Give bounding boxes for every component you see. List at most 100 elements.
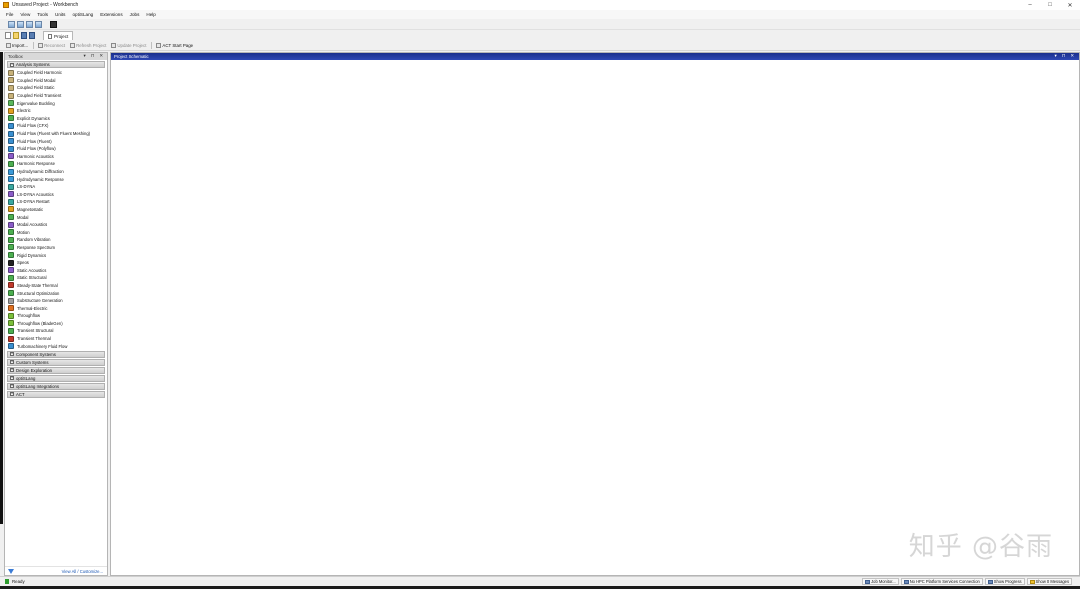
reconnect-button[interactable]: Reconnect: [38, 43, 65, 48]
analysis-system-item[interactable]: Static Acoustics: [8, 266, 107, 274]
analysis-system-item[interactable]: Fluid Flow (Fluent with Fluent Meshing): [8, 130, 107, 138]
analysis-system-item[interactable]: Coupled Field Static: [8, 84, 107, 92]
hpc-icon: [903, 579, 909, 584]
analysis-system-item[interactable]: Electric: [8, 107, 107, 115]
project-toolbar: Import... Reconnect Refresh Project Upda…: [0, 41, 1080, 51]
group-label: Design Exploration: [16, 367, 53, 373]
update-project-button[interactable]: Update Project: [111, 43, 146, 48]
update-label: Update Project: [117, 43, 147, 48]
minimize-button[interactable]: –: [1020, 0, 1040, 10]
refresh-project-button[interactable]: Refresh Project: [70, 43, 106, 48]
view-all-link[interactable]: View All / Customize...: [62, 569, 103, 574]
analysis-system-item[interactable]: Harmonic Acoustics: [8, 153, 107, 161]
analysis-system-item[interactable]: LS-DYNA: [8, 183, 107, 191]
analysis-system-item[interactable]: Thermal-Electric: [8, 304, 107, 312]
import-button[interactable]: Import...: [6, 43, 28, 48]
menu-file[interactable]: File: [6, 12, 13, 17]
analysis-system-icon: [8, 214, 14, 221]
hpc-connection-button[interactable]: No HPC Platform Services Connection: [900, 578, 983, 585]
lightning-icon: [111, 43, 117, 48]
menu-tools[interactable]: Tools: [37, 12, 48, 17]
analysis-system-label: Fluid Flow (Fluent with Fluent Meshing): [17, 131, 91, 137]
analysis-system-item[interactable]: Modal Acoustics: [8, 221, 107, 229]
analysis-system-item[interactable]: Explicit Dynamics: [8, 115, 107, 123]
analysis-system-item[interactable]: Rigid Dynamics: [8, 251, 107, 259]
analysis-system-item[interactable]: Motion: [8, 228, 107, 236]
analysis-system-item[interactable]: Turbomachinery Fluid Flow: [8, 342, 107, 350]
job-monitor-button[interactable]: Job Monitor...: [862, 578, 899, 585]
new-project-icon[interactable]: [5, 32, 11, 39]
manage-extensions-icon[interactable]: [17, 20, 24, 28]
show-messages-button[interactable]: Show 0 Messages: [1026, 578, 1072, 585]
maximize-button[interactable]: □: [1040, 0, 1060, 10]
schematic-header-controls[interactable]: ▾ ⊓ ✕: [1055, 53, 1077, 59]
analysis-system-item[interactable]: LS-DYNA Acoustics: [8, 191, 107, 199]
analysis-system-item[interactable]: Coupled Field Transient: [8, 92, 107, 100]
open-project-icon[interactable]: [13, 32, 19, 39]
analysis-system-item[interactable]: Harmonic Response: [8, 160, 107, 168]
analysis-system-item[interactable]: Hydrodynamic Diffraction: [8, 168, 107, 176]
analysis-system-item[interactable]: Transient Structural: [8, 327, 107, 335]
analysis-system-icon: [8, 138, 14, 145]
menu-extensions[interactable]: Extensions: [100, 12, 122, 17]
menu-jobs[interactable]: Jobs: [130, 12, 140, 17]
toolbox-group[interactable]: + Custom Systems: [7, 358, 105, 366]
window-controls: – □ ✕: [1020, 0, 1080, 10]
project-schematic-panel[interactable]: Project Schematic ▾ ⊓ ✕ 知乎 @谷雨: [110, 52, 1080, 576]
menu-optislang[interactable]: optiSLang: [72, 12, 93, 17]
analysis-system-icon: [8, 176, 14, 183]
analysis-system-icon: [8, 244, 14, 251]
analysis-system-item[interactable]: Throughflow (BladeGen): [8, 320, 107, 328]
analysis-system-item[interactable]: LS-DYNA Restart: [8, 198, 107, 206]
toolbox-group[interactable]: + optiSLang: [7, 374, 105, 382]
save-icon[interactable]: [21, 32, 27, 39]
analysis-system-label: Hydrodynamic Response: [17, 176, 64, 182]
analysis-system-icon: [8, 267, 14, 274]
toolbox-group[interactable]: + ACT: [7, 390, 105, 398]
analysis-system-item[interactable]: Random Vibration: [8, 236, 107, 244]
analysis-system-icon: [8, 335, 14, 342]
analysis-system-item[interactable]: Hydrodynamic Response: [8, 175, 107, 183]
toolbox-header-controls[interactable]: ▾ ⊓ ✕: [84, 53, 106, 59]
close-button[interactable]: ✕: [1060, 0, 1080, 10]
save-as-icon[interactable]: [29, 32, 35, 39]
analysis-system-icon: [8, 77, 14, 84]
act-start-page-button[interactable]: ACT Start Page: [156, 43, 193, 48]
analysis-system-icon: [8, 100, 14, 107]
analysis-system-item[interactable]: Response Spectrum: [8, 244, 107, 252]
analysis-system-item[interactable]: Coupled Field Harmonic: [8, 69, 107, 77]
status-bar: Ready Job Monitor... No HPC Platform Ser…: [0, 576, 1080, 586]
analysis-system-item[interactable]: Magnetostatic: [8, 206, 107, 214]
menu-units[interactable]: Units: [55, 12, 65, 17]
build-extension-icon[interactable]: [26, 20, 33, 28]
analysis-system-label: Static Structural: [17, 275, 47, 281]
analysis-system-item[interactable]: Fluid Flow (CFX): [8, 122, 107, 130]
install-extension-icon[interactable]: [8, 20, 15, 28]
analysis-system-item[interactable]: Fluid Flow (Fluent): [8, 137, 107, 145]
analysis-system-item[interactable]: Static Structural: [8, 274, 107, 282]
toolbox-group[interactable]: + Design Exploration: [7, 366, 105, 374]
tab-project[interactable]: Project: [43, 31, 74, 40]
analysis-system-item[interactable]: Speos: [8, 259, 107, 267]
speos-icon[interactable]: [50, 20, 57, 28]
show-progress-button[interactable]: Show Progress: [984, 578, 1025, 585]
analysis-system-label: Steady-State Thermal: [17, 282, 58, 288]
analysis-system-label: Transient Structural: [17, 328, 54, 334]
analysis-system-item[interactable]: Steady-State Thermal: [8, 282, 107, 290]
filter-icon[interactable]: [8, 568, 14, 574]
analysis-system-item[interactable]: Eigenvalue Buckling: [8, 99, 107, 107]
analysis-system-label: Coupled Field Modal: [17, 77, 56, 83]
analysis-system-item[interactable]: Structural Optimization: [8, 289, 107, 297]
group-analysis-systems[interactable]: − Analysis Systems: [7, 61, 105, 68]
extension-log-icon[interactable]: [35, 20, 42, 28]
analysis-system-item[interactable]: Fluid Flow (Polyflow): [8, 145, 107, 153]
analysis-system-item[interactable]: Throughflow: [8, 312, 107, 320]
menu-view[interactable]: View: [20, 12, 30, 17]
analysis-system-item[interactable]: Coupled Field Modal: [8, 77, 107, 85]
toolbox-group[interactable]: + Component Systems: [7, 350, 105, 358]
analysis-system-item[interactable]: Substructure Generation: [8, 297, 107, 305]
analysis-system-item[interactable]: Modal: [8, 213, 107, 221]
menu-help[interactable]: Help: [146, 12, 155, 17]
toolbox-group[interactable]: + optiSLang Integrations: [7, 382, 105, 390]
analysis-system-item[interactable]: Transient Thermal: [8, 335, 107, 343]
